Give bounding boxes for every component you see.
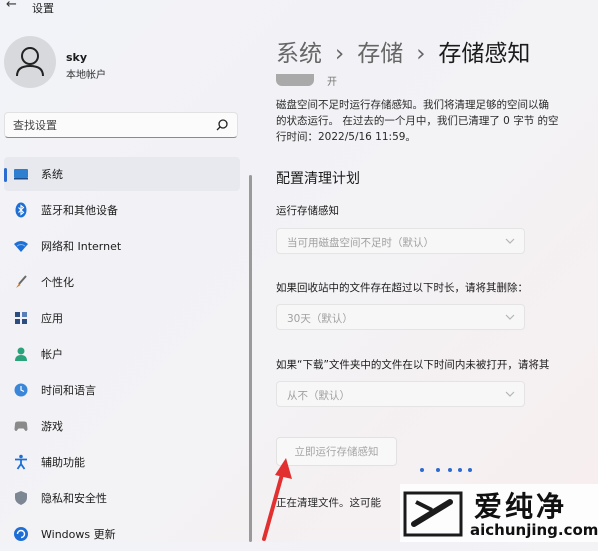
progress-dots (420, 468, 476, 474)
monitor-icon (14, 169, 28, 180)
sidebar-item-label: 网络和 Internet (41, 240, 122, 253)
sidebar-item-accessibility[interactable]: 辅助功能 (4, 445, 240, 479)
sidebar-item-label: 应用 (41, 312, 63, 325)
progress-dot (448, 468, 452, 472)
sidebar-item-accounts[interactable]: 帐户 (4, 337, 240, 371)
breadcrumb-separator: › (416, 41, 426, 67)
sidebar-item-label: 个性化 (41, 276, 74, 289)
section-title: 配置清理计划 (276, 171, 360, 187)
downloads-dropdown[interactable]: 从不（默认） (276, 381, 525, 407)
sidebar-item-privacy-security[interactable]: 隐私和安全性 (4, 481, 240, 515)
person-icon (15, 347, 27, 361)
sidebar-scrollbar[interactable] (249, 175, 252, 542)
update-icon (14, 527, 28, 541)
sidebar-item-label: 辅助功能 (41, 456, 85, 469)
recycle-bin-label: 如果回收站中的文件存在超过以下时长，请将其删除： (276, 282, 528, 294)
user-icon (16, 47, 44, 77)
description-line: 磁盘空间不足时运行存储感知。我们将清理足够的空间以确 (276, 99, 549, 111)
sidebar-item-network[interactable]: 网络和 Internet (4, 229, 240, 263)
user-name: sky (66, 51, 88, 64)
sidebar-item-label: 帐户 (41, 348, 63, 361)
breadcrumb-system[interactable]: 系统 (276, 41, 322, 67)
watermark-logo-icon (403, 491, 463, 537)
chevron-down-icon (505, 238, 515, 244)
sidebar-item-label: 系统 (41, 168, 63, 181)
chevron-down-icon (505, 314, 515, 320)
sidebar-item-label: 游戏 (41, 420, 63, 433)
title-bar: ← 设置 (0, 0, 598, 18)
sidebar-item-apps[interactable]: 应用 (4, 301, 240, 335)
dropdown-value: 当可用磁盘空间不足时（默认） (287, 237, 434, 249)
downloads-label: 如果“下载”文件夹中的文件在以下时间内未被打开，请将其 (276, 359, 550, 371)
search-icon[interactable] (215, 118, 229, 132)
progress-dot (420, 468, 424, 472)
toggle-state-label: 开 (327, 77, 337, 88)
gamepad-icon (14, 421, 28, 431)
sidebar-item-gaming[interactable]: 游戏 (4, 409, 240, 443)
recycle-bin-dropdown[interactable]: 30天（默认） (276, 304, 525, 330)
sidebar-item-time-language[interactable]: 时间和语言 (4, 373, 240, 407)
watermark-url: aichunjing.com (470, 521, 598, 539)
breadcrumb: 系统 › 存储 › 存储感知 (276, 34, 530, 68)
bluetooth-icon (15, 202, 27, 218)
window-title: 设置 (32, 2, 54, 15)
back-arrow-icon[interactable]: ← (6, 0, 17, 12)
storage-sense-description: 磁盘空间不足时运行存储感知。我们将清理足够的空间以确 的状态运行。 在过去的一个… (276, 97, 598, 145)
search-input[interactable] (13, 117, 209, 133)
search-box[interactable] (4, 112, 238, 138)
description-line: 的状态运行。 在过去的一个月中，我们已清理了 0 字节 的空 (276, 115, 559, 127)
sidebar-item-label: 时间和语言 (41, 384, 96, 397)
breadcrumb-separator: › (335, 41, 345, 67)
chevron-down-icon (505, 391, 515, 397)
watermark-text: 爱纯净 (474, 490, 568, 523)
sidebar-item-label: 蓝牙和其他设备 (41, 204, 118, 217)
breadcrumb-storage[interactable]: 存储 (357, 41, 403, 67)
run-storage-sense-label: 运行存储感知 (276, 205, 339, 217)
progress-dot (458, 468, 462, 472)
watermark: 爱纯净 aichunjing.com (400, 484, 598, 542)
wifi-icon (14, 241, 28, 252)
sidebar-item-label: Windows 更新 (41, 528, 116, 541)
progress-dot (468, 468, 472, 472)
sidebar-item-bluetooth[interactable]: 蓝牙和其他设备 (4, 193, 240, 227)
dropdown-value: 30天（默认） (287, 313, 353, 325)
sidebar-item-personalization[interactable]: 个性化 (4, 265, 240, 299)
storage-sense-toggle[interactable] (276, 74, 314, 86)
sidebar-item-windows-update[interactable]: Windows 更新 (4, 517, 240, 551)
dropdown-value: 从不（默认） (287, 390, 350, 402)
description-line: 行时间：2022/5/16 11:59。 (276, 131, 416, 143)
brush-icon (16, 275, 27, 288)
red-arrow-annotation (262, 458, 292, 541)
account-type: 本地帐户 (66, 70, 106, 81)
apps-icon (15, 312, 27, 324)
sidebar-item-label: 隐私和安全性 (41, 492, 107, 505)
active-indicator (4, 168, 7, 182)
globe-clock-icon (14, 383, 28, 397)
shield-icon (15, 491, 27, 505)
accessibility-icon (15, 454, 27, 470)
progress-dot (436, 468, 440, 472)
page-title: 存储感知 (438, 41, 531, 67)
avatar[interactable] (4, 36, 56, 88)
run-storage-sense-dropdown[interactable]: 当可用磁盘空间不足时（默认） (276, 228, 525, 254)
sidebar-item-system[interactable]: 系统 (4, 157, 240, 191)
